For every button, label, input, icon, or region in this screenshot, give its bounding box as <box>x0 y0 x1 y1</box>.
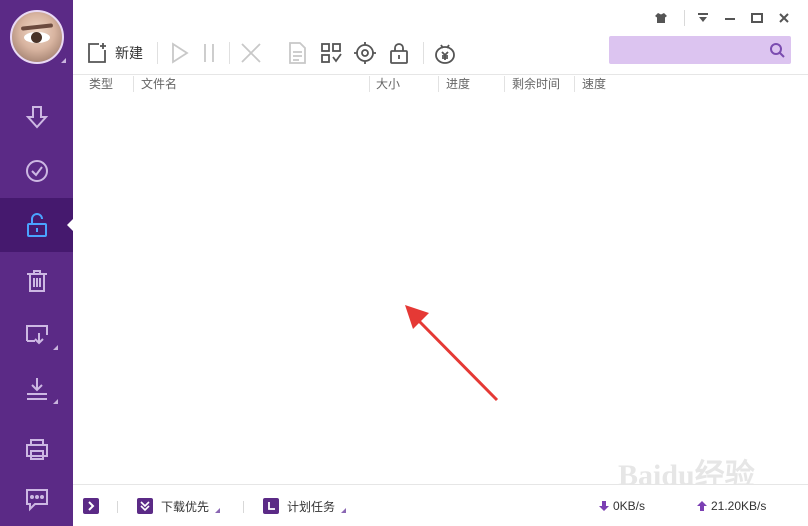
monitor-download-icon <box>25 325 48 345</box>
column-separator[interactable] <box>574 76 575 92</box>
search-icon[interactable] <box>769 42 785 58</box>
minimize-icon <box>725 18 735 20</box>
status-divider <box>117 501 118 513</box>
minimize-button[interactable] <box>719 8 741 28</box>
tray-download-icon <box>26 378 47 400</box>
download-speed-arrow-icon <box>599 501 609 511</box>
new-task-button[interactable]: 新建 <box>85 38 143 68</box>
toolbar-divider <box>157 42 158 64</box>
maximize-icon <box>751 13 763 23</box>
download-speed: 0KB/s <box>598 499 645 513</box>
close-button[interactable] <box>773 8 795 28</box>
avatar-menu-caret[interactable] <box>61 58 66 63</box>
column-separator[interactable] <box>504 76 505 92</box>
status-divider <box>243 501 244 513</box>
delete-button[interactable] <box>239 38 263 68</box>
new-icon <box>88 43 106 63</box>
search-input[interactable] <box>615 40 765 60</box>
expand-button[interactable] <box>83 497 107 515</box>
download-priority-label: 下载优先 <box>161 499 210 514</box>
new-task-label: 新建 <box>115 45 143 61</box>
clock-corner-icon <box>268 502 275 510</box>
expand-box <box>83 498 99 514</box>
column-header-size[interactable]: 大小 <box>376 76 400 92</box>
sidebar-item-downloading[interactable] <box>0 90 73 144</box>
qr-code-icon <box>321 43 342 63</box>
delete-icon <box>241 43 261 63</box>
settings-icon <box>354 42 376 64</box>
sidebar-item-remote-download[interactable] <box>0 308 73 362</box>
menu-icon <box>698 13 708 22</box>
column-separator[interactable] <box>133 76 134 92</box>
title-divider <box>684 10 685 26</box>
column-header-filename[interactable]: 文件名 <box>141 76 177 92</box>
pause-icon <box>204 44 214 62</box>
sidebar-item-trash[interactable] <box>0 254 73 308</box>
skin-button[interactable] <box>650 8 672 28</box>
tshirt-icon <box>655 13 667 23</box>
sidebar-item-print[interactable] <box>0 422 73 476</box>
trash-icon <box>26 270 47 292</box>
toolbar-divider <box>423 42 424 64</box>
scheduled-task-button[interactable]: 计划任务 <box>263 497 347 515</box>
avatar[interactable] <box>10 10 64 64</box>
toolbar-divider <box>229 42 230 64</box>
properties-button[interactable] <box>285 38 309 68</box>
column-separator[interactable] <box>369 76 370 92</box>
scheduled-task-box <box>263 498 279 514</box>
upload-speed: 21.20KB/s <box>696 499 766 513</box>
check-circle-icon <box>25 160 48 182</box>
chevron-right-icon <box>88 501 95 511</box>
column-header-progress[interactable]: 进度 <box>446 76 470 92</box>
column-header-type[interactable]: 类型 <box>89 76 113 92</box>
sidebar-item-chat[interactable] <box>0 472 73 526</box>
chat-icon <box>25 489 48 512</box>
double-chevron-down-icon <box>140 501 150 512</box>
upload-speed-value: 21.20KB/s <box>711 499 767 513</box>
download-speed-value: 0KB/s <box>613 499 646 513</box>
pause-button[interactable] <box>197 38 221 68</box>
piggy-bank-icon <box>435 44 455 64</box>
status-bar: 下载优先 计划任务 0KB/s 21.20KB/s <box>73 484 808 526</box>
lock-icon <box>390 43 408 64</box>
lock-button[interactable] <box>387 38 411 68</box>
start-button[interactable] <box>167 38 191 68</box>
qr-code-button[interactable] <box>319 38 343 68</box>
sidebar-item-offline-download[interactable] <box>0 362 73 416</box>
scheduled-task-caret <box>341 507 347 513</box>
task-list[interactable] <box>73 94 808 484</box>
vip-button[interactable] <box>433 38 457 68</box>
document-icon <box>289 42 306 64</box>
column-header-speed[interactable]: 速度 <box>582 76 606 92</box>
printer-icon <box>25 439 48 460</box>
column-header-remaining[interactable]: 剩余时间 <box>512 76 560 92</box>
download-priority-box <box>137 498 153 514</box>
settings-button[interactable] <box>353 38 377 68</box>
download-arrow-icon <box>25 106 48 129</box>
close-icon <box>779 13 789 23</box>
scheduled-task-label: 计划任务 <box>287 499 336 514</box>
play-icon <box>172 42 189 64</box>
maximize-button[interactable] <box>746 8 768 28</box>
sidebar-item-completed[interactable] <box>0 144 73 198</box>
annotation-arrow <box>405 305 499 402</box>
toolbar-divider-line <box>73 74 808 75</box>
menu-button[interactable] <box>692 8 714 28</box>
unlock-icon <box>26 213 47 237</box>
sidebar-item-private-space[interactable] <box>0 198 73 252</box>
sidebar <box>0 0 73 526</box>
download-priority-caret <box>215 507 221 513</box>
download-priority-button[interactable]: 下载优先 <box>137 497 221 515</box>
column-separator[interactable] <box>438 76 439 92</box>
search-box[interactable] <box>609 36 791 64</box>
upload-speed-arrow-icon <box>697 501 707 511</box>
